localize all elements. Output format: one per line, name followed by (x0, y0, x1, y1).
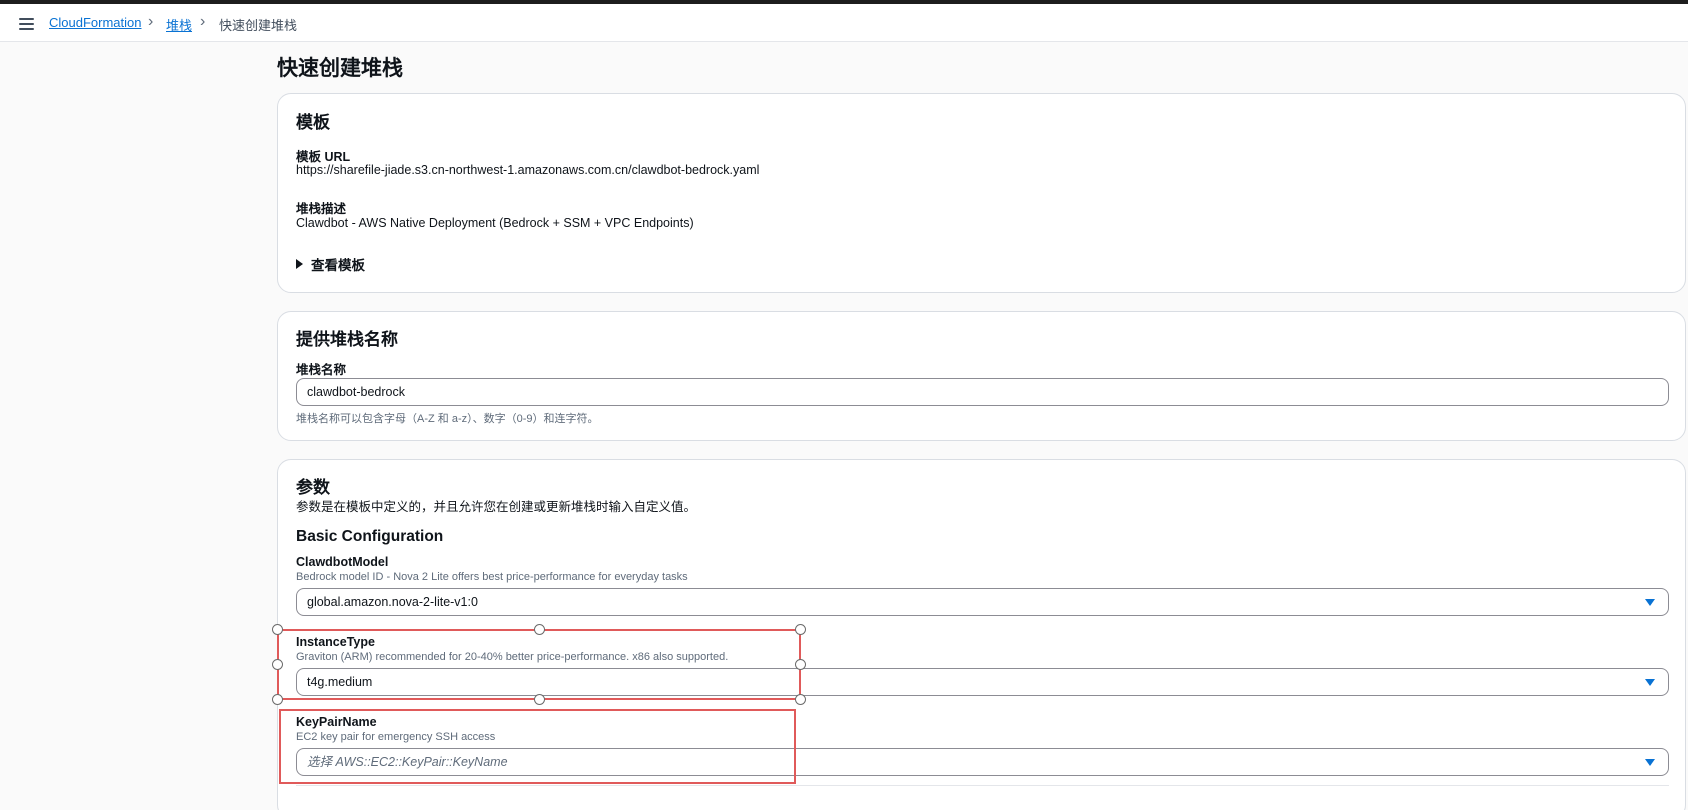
highlight-box-key-pair-name (279, 709, 796, 784)
caret-down-icon (1645, 759, 1655, 766)
caret-right-icon (296, 259, 303, 269)
page-title: 快速创建堆栈 (277, 57, 403, 80)
stack-name-label: 堆栈名称 (296, 363, 347, 377)
caret-down-icon (1645, 599, 1655, 606)
caret-down-icon (1645, 679, 1655, 686)
view-template-label: 查看模板 (311, 258, 365, 273)
basic-configuration-heading: Basic Configuration (296, 528, 444, 545)
resize-handle[interactable] (534, 694, 545, 705)
stack-description-value: Clawdbot - AWS Native Deployment (Bedroc… (296, 216, 694, 230)
stack-description-label: 堆栈描述 (296, 202, 347, 216)
chevron-right-icon: › (200, 13, 206, 30)
parameters-panel-heading: 参数 (296, 478, 330, 497)
stack-name-panel: 提供堆栈名称 堆栈名称 堆栈名称可以包含字母（A-Z 和 a-z）、数字（0-9… (277, 311, 1686, 441)
template-url-value: https://sharefile-jiade.s3.cn-northwest-… (296, 163, 760, 177)
clawdbot-model-select[interactable]: global.amazon.nova-2-lite-v1:0 (296, 588, 1669, 616)
breadcrumb-link-stacks[interactable]: 堆栈 (166, 15, 192, 34)
stack-name-panel-heading: 提供堆栈名称 (296, 330, 398, 349)
resize-handle[interactable] (272, 624, 283, 635)
parameters-description: 参数是在模板中定义的，并且允许您在创建或更新堆栈时输入自定义值。 (296, 500, 697, 514)
hamburger-menu-icon[interactable] (19, 18, 34, 30)
section-divider (296, 785, 1669, 786)
resize-handle[interactable] (795, 624, 806, 635)
stack-name-hint: 堆栈名称可以包含字母（A-Z 和 a-z）、数字（0-9）和连字符。 (296, 413, 599, 425)
param-clawdbot-model-desc: Bedrock model ID - Nova 2 Lite offers be… (296, 571, 688, 583)
highlight-box-instance-type (277, 629, 801, 700)
resize-handle[interactable] (795, 694, 806, 705)
breadcrumb: CloudFormation › 堆栈 › 快速创建堆栈 (0, 4, 1688, 42)
param-clawdbot-model-label: ClawdbotModel (296, 555, 389, 569)
stack-name-input[interactable] (296, 378, 1669, 406)
resize-handle[interactable] (795, 659, 806, 670)
resize-handle[interactable] (534, 624, 545, 635)
clawdbot-model-value: global.amazon.nova-2-lite-v1:0 (307, 595, 478, 609)
breadcrumb-current: 快速创建堆栈 (219, 18, 298, 33)
template-panel: 模板 模板 URL https://sharefile-jiade.s3.cn-… (277, 93, 1686, 293)
view-template-toggle[interactable]: 查看模板 (296, 254, 365, 274)
resize-handle[interactable] (272, 659, 283, 670)
resize-handle[interactable] (272, 694, 283, 705)
chevron-right-icon: › (148, 13, 154, 30)
breadcrumb-link-cloudformation[interactable]: CloudFormation (49, 15, 142, 30)
template-panel-heading: 模板 (296, 113, 330, 132)
